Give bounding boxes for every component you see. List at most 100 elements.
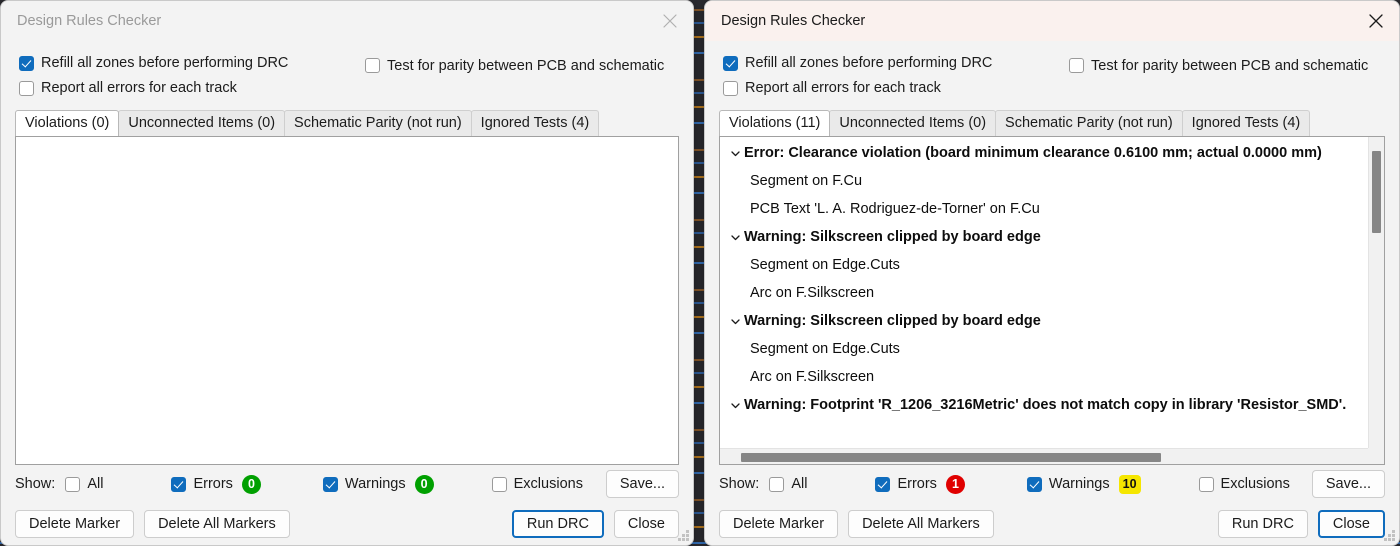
- tab-schematic-parity[interactable]: Schematic Parity (not run): [995, 110, 1183, 136]
- tab-violations[interactable]: Violations (0): [15, 110, 120, 136]
- warnings-count-badge: 10: [1118, 474, 1141, 494]
- resize-grip[interactable]: [1383, 529, 1396, 542]
- window-title: Design Rules Checker: [17, 13, 162, 29]
- violations-list-left[interactable]: [15, 136, 679, 465]
- violation-text: Warning: Silkscreen clipped by board edg…: [744, 229, 1041, 245]
- checkbox-box: [19, 55, 34, 71]
- chevron-down-icon[interactable]: [726, 400, 744, 411]
- filter-errors-checkbox[interactable]: Errors: [171, 476, 233, 492]
- violation-group-row[interactable]: Error: Clearance violation (board minimu…: [720, 139, 1368, 167]
- resize-grip[interactable]: [677, 529, 690, 542]
- test-parity-checkbox[interactable]: Test for parity between PCB and schemati…: [1069, 58, 1368, 74]
- vertical-scrollbar-thumb[interactable]: [1372, 151, 1381, 233]
- violation-text: Warning: Silkscreen clipped by board edg…: [744, 313, 1041, 329]
- show-filter-bar-left: Show: All Errors 0 Warnings 0 Exclusions…: [1, 465, 693, 503]
- filter-all-checkbox[interactable]: All: [65, 476, 103, 492]
- close-icon[interactable]: [647, 1, 693, 41]
- tab-schematic-parity[interactable]: Schematic Parity (not run): [284, 110, 472, 136]
- tab-ignored-tests[interactable]: Ignored Tests (4): [470, 110, 600, 136]
- show-filter-bar-right: Show: All Errors 1 Warnings 10 Exclusion…: [705, 465, 1399, 503]
- filter-warnings-checkbox[interactable]: Warnings: [1026, 476, 1110, 492]
- save-button[interactable]: Save...: [605, 470, 679, 498]
- vertical-scrollbar[interactable]: [1368, 137, 1384, 448]
- titlebar-left: Design Rules Checker: [1, 1, 693, 41]
- filter-all-checkbox[interactable]: All: [769, 476, 807, 492]
- delete-all-markers-button[interactable]: Delete All Markers: [848, 510, 994, 538]
- violations-list-right[interactable]: Error: Clearance violation (board minimu…: [719, 136, 1385, 465]
- checkbox-box: [65, 476, 81, 492]
- violation-group-row[interactable]: Warning: Silkscreen clipped by board edg…: [720, 223, 1368, 251]
- tabstrip-left: Violations (0) Unconnected Items (0) Sch…: [1, 109, 693, 136]
- report-all-errors-checkbox[interactable]: Report all errors for each track: [723, 80, 941, 96]
- close-icon[interactable]: [1353, 1, 1399, 41]
- violation-group-row[interactable]: Warning: Silkscreen clipped by board edg…: [720, 307, 1368, 335]
- close-button[interactable]: Close: [613, 510, 679, 538]
- horizontal-scrollbar-thumb[interactable]: [741, 453, 1161, 462]
- filter-exclusions-checkbox[interactable]: Exclusions: [491, 476, 583, 492]
- report-all-errors-label: Report all errors for each track: [41, 80, 237, 97]
- filter-exclusions-label: Exclusions: [1220, 476, 1290, 492]
- checkbox-box: [723, 80, 738, 96]
- chevron-down-icon[interactable]: [726, 316, 744, 327]
- option-row-2: Report all errors for each track: [723, 78, 1381, 103]
- violation-text: Segment on Edge.Cuts: [750, 257, 900, 273]
- checkbox-box: [723, 55, 738, 71]
- chevron-down-icon[interactable]: [726, 232, 744, 243]
- refill-zones-checkbox[interactable]: Refill all zones before performing DRC: [723, 55, 992, 71]
- refill-zones-label: Refill all zones before performing DRC: [745, 55, 993, 72]
- checkbox-box: [322, 476, 338, 492]
- button-bar-right: Delete Marker Delete All Markers Run DRC…: [705, 503, 1399, 545]
- violation-item-row[interactable]: Segment on Edge.Cuts: [720, 335, 1368, 363]
- violation-item-row[interactable]: Segment on F.Cu: [720, 167, 1368, 195]
- delete-marker-button[interactable]: Delete Marker: [719, 510, 839, 538]
- tab-ignored-tests[interactable]: Ignored Tests (4): [1181, 110, 1311, 136]
- chevron-down-icon[interactable]: [726, 148, 744, 159]
- violation-item-row[interactable]: Segment on Edge.Cuts: [720, 251, 1368, 279]
- filter-exclusions-checkbox[interactable]: Exclusions: [1198, 476, 1290, 492]
- delete-marker-button[interactable]: Delete Marker: [15, 510, 135, 538]
- violation-text: Warning: Footprint 'R_1206_3216Metric' d…: [744, 397, 1347, 413]
- filter-all-label: All: [87, 476, 104, 492]
- checkbox-box: [769, 476, 785, 492]
- tab-unconnected-items[interactable]: Unconnected Items (0): [118, 110, 286, 136]
- report-all-errors-label: Report all errors for each track: [745, 80, 941, 97]
- drc-dialog-right: Design Rules Checker Refill all zones be…: [704, 0, 1400, 546]
- delete-all-markers-button[interactable]: Delete All Markers: [144, 510, 290, 538]
- filter-warnings-checkbox[interactable]: Warnings: [322, 476, 406, 492]
- save-button[interactable]: Save...: [1311, 470, 1385, 498]
- checkbox-box: [1198, 476, 1214, 492]
- run-drc-button[interactable]: Run DRC: [1217, 510, 1308, 538]
- filter-exclusions-label: Exclusions: [513, 476, 583, 492]
- violation-text: Error: Clearance violation (board minimu…: [744, 145, 1322, 161]
- checkbox-box: [875, 476, 891, 492]
- tab-violations[interactable]: Violations (11): [719, 110, 831, 136]
- run-drc-button[interactable]: Run DRC: [511, 510, 604, 538]
- filter-errors-label: Errors: [193, 476, 233, 492]
- filter-warnings-label: Warnings: [1048, 476, 1110, 492]
- tabstrip-right: Violations (11) Unconnected Items (0) Sc…: [705, 109, 1399, 136]
- close-button[interactable]: Close: [1317, 510, 1385, 538]
- show-label: Show:: [719, 476, 760, 492]
- window-title: Design Rules Checker: [721, 13, 866, 29]
- checkbox-box: [365, 58, 380, 73]
- test-parity-checkbox[interactable]: Test for parity between PCB and schemati…: [365, 58, 664, 74]
- report-all-errors-checkbox[interactable]: Report all errors for each track: [19, 80, 237, 96]
- violation-text: Segment on F.Cu: [750, 173, 863, 189]
- violation-item-row[interactable]: Arc on F.Silkscreen: [720, 363, 1368, 391]
- violation-text: Arc on F.Silkscreen: [750, 285, 875, 301]
- tab-unconnected-items[interactable]: Unconnected Items (0): [829, 110, 997, 136]
- violation-group-row[interactable]: Warning: Footprint 'R_1206_3216Metric' d…: [720, 391, 1368, 419]
- violation-item-row[interactable]: Arc on F.Silkscreen: [720, 279, 1368, 307]
- violations-rows[interactable]: Error: Clearance violation (board minimu…: [720, 137, 1368, 448]
- violation-text: Arc on F.Silkscreen: [750, 369, 875, 385]
- test-parity-label: Test for parity between PCB and schemati…: [387, 57, 665, 74]
- violation-item-row[interactable]: PCB Text 'L. A. Rodriguez-de-Torner' on …: [720, 195, 1368, 223]
- refill-zones-checkbox[interactable]: Refill all zones before performing DRC: [19, 55, 288, 71]
- options-group-left: Refill all zones before performing DRC T…: [1, 41, 693, 109]
- filter-errors-label: Errors: [897, 476, 937, 492]
- options-group-right: Refill all zones before performing DRC T…: [705, 41, 1399, 109]
- horizontal-scrollbar[interactable]: [720, 448, 1368, 464]
- violations-list-content: Error: Clearance violation (board minimu…: [720, 137, 1384, 464]
- filter-errors-checkbox[interactable]: Errors: [875, 476, 937, 492]
- option-row-1: Refill all zones before performing DRC T…: [19, 53, 675, 78]
